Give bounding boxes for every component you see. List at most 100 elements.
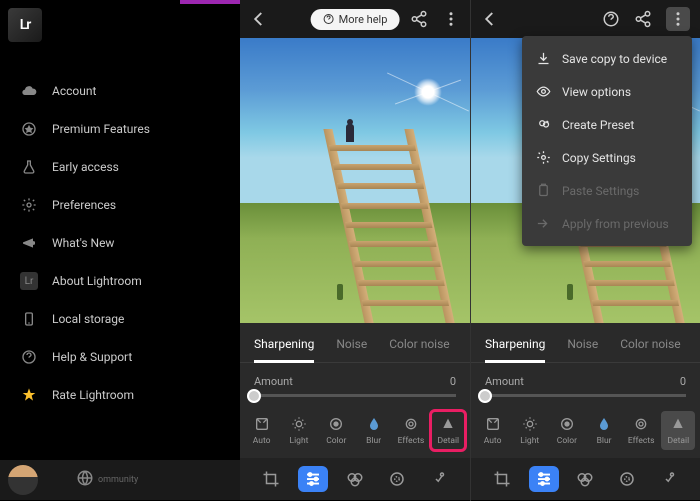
light-icon (521, 415, 539, 433)
more-icon[interactable] (442, 10, 460, 28)
blur-icon (595, 415, 613, 433)
controls-panel: Sharpening Noise Color noise Amount 0 Aut… (471, 323, 700, 500)
tool-blur[interactable]: Blur (587, 411, 621, 450)
bottle (567, 284, 573, 300)
mask-tool-icon[interactable] (382, 466, 412, 492)
more-help-pill[interactable]: More help (311, 9, 400, 30)
back-icon[interactable] (481, 10, 499, 28)
tool-blur[interactable]: Blur (357, 411, 391, 450)
editor-panel-2: Save copy to device View options Create … (471, 0, 700, 500)
crop-tool-icon[interactable] (487, 466, 517, 492)
settings-menu-panel: Lr Account Premium Features Early access… (0, 0, 240, 500)
menu-label: Early access (52, 160, 119, 174)
detail-icon (439, 415, 457, 433)
sliders-tool-icon[interactable] (298, 466, 328, 492)
menu-item-rate[interactable]: Rate Lightroom (8, 376, 232, 414)
menu-item-help[interactable]: Help & Support (8, 338, 232, 376)
editor-panel-1: More help Sharpening Noise Color noise A… (240, 0, 470, 500)
tab-noise[interactable]: Noise (567, 331, 598, 362)
amount-slider[interactable]: Amount 0 (471, 363, 700, 403)
slider-thumb[interactable] (247, 389, 261, 403)
menu-label: Help & Support (52, 350, 132, 364)
top-bar (471, 0, 700, 38)
top-bar: More help (240, 0, 470, 38)
menu-apply-previous: Apply from previous (522, 207, 692, 240)
tool-detail[interactable]: Detail (661, 411, 695, 450)
cloud-icon (20, 82, 38, 100)
tab-color-noise[interactable]: Color noise (620, 331, 680, 362)
menu-save-copy[interactable]: Save copy to device (522, 42, 692, 75)
tool-light[interactable]: Light (282, 411, 316, 450)
presets-tool-icon[interactable] (570, 466, 600, 492)
color-icon (327, 415, 345, 433)
menu-label: What's New (52, 236, 114, 250)
tab-color-noise[interactable]: Color noise (389, 331, 449, 362)
menu-label: Local storage (52, 312, 124, 326)
share-icon[interactable] (410, 10, 428, 28)
tab-sharpening[interactable]: Sharpening (254, 331, 314, 362)
menu-copy-settings[interactable]: Copy Settings (522, 141, 692, 174)
back-icon[interactable] (250, 10, 268, 28)
presets-tool-icon[interactable] (340, 466, 370, 492)
gear-icon (20, 196, 38, 214)
tool-effects[interactable]: Effects (394, 411, 428, 450)
phone-icon (20, 310, 38, 328)
menu-label: Preferences (52, 198, 116, 212)
detail-tabs: Sharpening Noise Color noise (471, 331, 700, 363)
more-icon[interactable] (666, 7, 690, 31)
detail-icon (669, 415, 687, 433)
star-circle-icon (20, 120, 38, 138)
menu-view-options[interactable]: View options (522, 75, 692, 108)
heal-tool-icon[interactable] (654, 466, 684, 492)
accent-bar (180, 0, 240, 4)
amount-slider[interactable]: Amount 0 (240, 363, 470, 403)
slider-label: Amount (485, 375, 524, 388)
menu-item-whats-new[interactable]: What's New (8, 224, 232, 262)
crop-tool-icon[interactable] (256, 466, 286, 492)
help-icon[interactable] (602, 10, 620, 28)
megaphone-icon (20, 234, 38, 252)
slider-thumb[interactable] (478, 389, 492, 403)
menu-item-account[interactable]: Account (8, 72, 232, 110)
tool-color[interactable]: Color (319, 411, 353, 450)
slider-value: 0 (450, 375, 456, 388)
edit-tools: Auto Light Color Blur Effects Detail (471, 403, 700, 458)
star-icon (20, 386, 38, 404)
avatar[interactable] (8, 465, 38, 495)
menu-label: Account (52, 84, 96, 98)
photo-preview[interactable] (240, 38, 470, 323)
menu-item-about[interactable]: Lr About Lightroom (8, 262, 232, 300)
heal-tool-icon[interactable] (424, 466, 454, 492)
globe-icon[interactable] (76, 469, 94, 491)
menu-list: Account Premium Features Early access Pr… (0, 72, 240, 414)
tab-sharpening[interactable]: Sharpening (485, 331, 545, 362)
tool-detail[interactable]: Detail (431, 411, 465, 450)
tool-light[interactable]: Light (513, 411, 547, 450)
bottle (337, 284, 343, 300)
help-icon (20, 348, 38, 366)
controls-panel: Sharpening Noise Color noise Amount 0 Aut… (240, 323, 470, 500)
tool-auto[interactable]: Auto (245, 411, 279, 450)
effects-icon (402, 415, 420, 433)
menu-label: About Lightroom (52, 274, 142, 288)
tool-effects[interactable]: Effects (624, 411, 658, 450)
menu-item-storage[interactable]: Local storage (8, 300, 232, 338)
tool-color[interactable]: Color (550, 411, 584, 450)
detail-tabs: Sharpening Noise Color noise (240, 331, 470, 363)
menu-paste-settings: Paste Settings (522, 174, 692, 207)
slider-label: Amount (254, 375, 293, 388)
mode-tools (471, 458, 700, 500)
context-menu: Save copy to device View options Create … (522, 36, 692, 246)
slider-value: 0 (680, 375, 686, 388)
light-icon (290, 415, 308, 433)
menu-item-preferences[interactable]: Preferences (8, 186, 232, 224)
mask-tool-icon[interactable] (612, 466, 642, 492)
share-icon[interactable] (634, 10, 652, 28)
menu-create-preset[interactable]: Create Preset (522, 108, 692, 141)
tool-auto[interactable]: Auto (476, 411, 510, 450)
sliders-tool-icon[interactable] (529, 466, 559, 492)
menu-item-premium[interactable]: Premium Features (8, 110, 232, 148)
lightroom-logo: Lr (8, 8, 42, 42)
tab-noise[interactable]: Noise (336, 331, 367, 362)
menu-item-early-access[interactable]: Early access (8, 148, 232, 186)
